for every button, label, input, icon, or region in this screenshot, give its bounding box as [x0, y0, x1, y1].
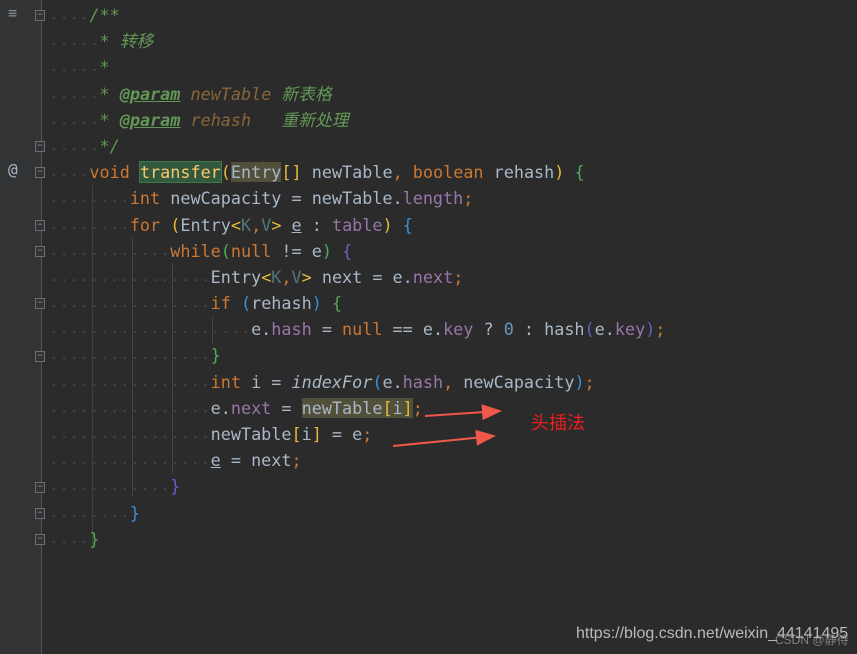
arrow-2 — [392, 429, 496, 447]
arrow-1 — [424, 404, 502, 421]
watermark-overlay: CSDN @静待 — [775, 633, 849, 647]
head-insertion-label: 头插法 — [531, 413, 585, 434]
annotation-arrows — [392, 404, 502, 447]
